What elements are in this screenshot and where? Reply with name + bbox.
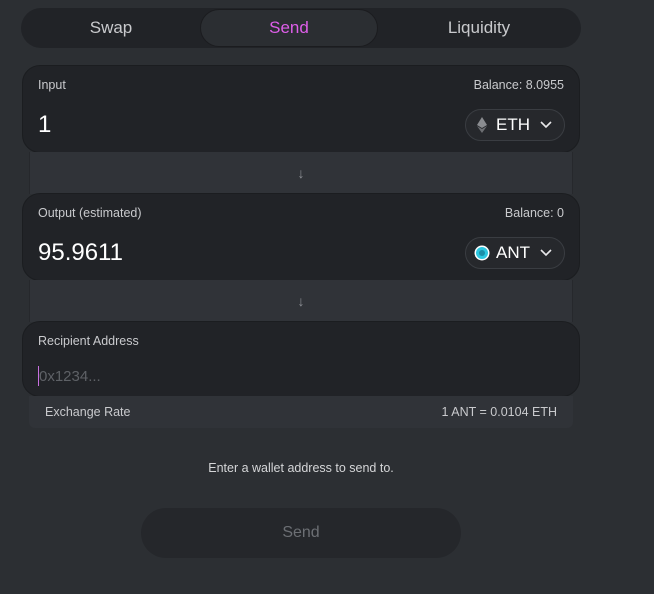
input-label: Input bbox=[38, 78, 66, 92]
status-message: Enter a wallet address to send to. bbox=[208, 461, 394, 475]
exchange-rate-row: Exchange Rate 1 ANT = 0.0104 ETH bbox=[29, 396, 573, 428]
output-panel: Output (estimated) Balance: 0 95.9611 AN… bbox=[22, 193, 580, 281]
output-token-selector[interactable]: ANT bbox=[465, 237, 565, 269]
exchange-rate-value: 1 ANT = 0.0104 ETH bbox=[441, 405, 557, 419]
output-balance: Balance: 0 bbox=[504, 206, 564, 220]
chevron-down-icon bbox=[540, 249, 552, 257]
recipient-address-input[interactable] bbox=[38, 366, 558, 386]
tab-swap[interactable]: Swap bbox=[22, 9, 200, 47]
input-balance: Balance: 8.0955 bbox=[473, 78, 564, 92]
input-token-selector[interactable]: ETH bbox=[465, 109, 565, 141]
ethereum-icon bbox=[474, 117, 490, 133]
output-amount-field[interactable]: 95.9611 bbox=[38, 239, 123, 267]
tab-liquidity[interactable]: Liquidity bbox=[378, 9, 580, 47]
direction-connector: ↓ bbox=[29, 280, 573, 322]
direction-connector: ↓ bbox=[29, 152, 573, 194]
ant-token-icon bbox=[474, 245, 490, 261]
exchange-rate-label: Exchange Rate bbox=[45, 405, 131, 419]
arrow-down-icon: ↓ bbox=[297, 293, 305, 309]
input-panel: Input Balance: 8.0955 1 ETH bbox=[22, 65, 580, 153]
send-button[interactable]: Send bbox=[141, 508, 461, 558]
output-label: Output (estimated) bbox=[38, 206, 142, 220]
arrow-down-icon[interactable]: ↓ bbox=[298, 165, 305, 181]
recipient-label: Recipient Address bbox=[38, 334, 139, 348]
recipient-panel: Recipient Address bbox=[22, 321, 580, 397]
input-token-symbol: ETH bbox=[496, 115, 530, 134]
tab-bar: Swap Send Liquidity bbox=[21, 8, 581, 48]
output-token-symbol: ANT bbox=[496, 243, 530, 262]
chevron-down-icon bbox=[540, 121, 552, 129]
input-amount-field[interactable]: 1 bbox=[38, 111, 51, 139]
tab-send[interactable]: Send bbox=[200, 9, 378, 47]
